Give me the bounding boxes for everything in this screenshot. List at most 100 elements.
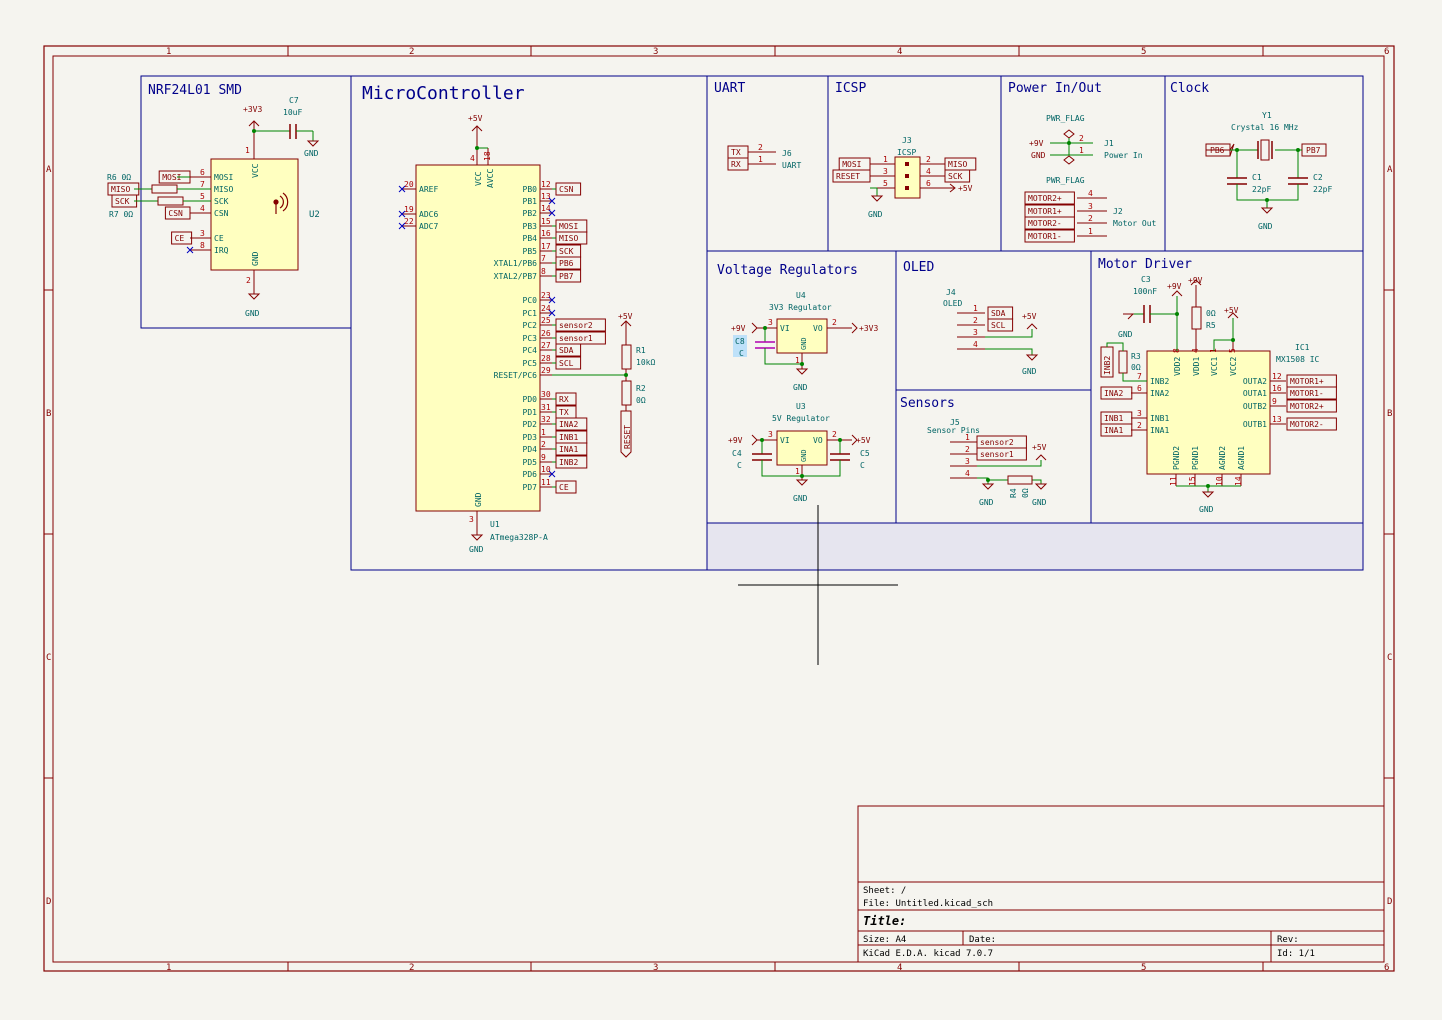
- ic1-label-ina1[interactable]: INA1: [1104, 426, 1123, 435]
- mcu[interactable]: 20AREF19ADC622ADC712PB0 CSN13PB114PB215PB…: [398, 114, 655, 554]
- r3-ref: R3: [1131, 352, 1141, 361]
- nrf-label-miso[interactable]: MISO: [111, 185, 130, 194]
- mcu-label-pb7[interactable]: PB7: [559, 272, 574, 281]
- mcu-label-scl[interactable]: SCL: [559, 359, 574, 368]
- nrf-pin-num: 3: [200, 229, 205, 238]
- ic1-pin-num: 11: [1169, 476, 1178, 486]
- mcu-label-sda[interactable]: SDA: [559, 346, 574, 355]
- mcu-pin-name: PD2: [523, 420, 538, 429]
- icsp-pin-num: 3: [883, 167, 888, 176]
- r1-ref: R1: [636, 346, 646, 355]
- c7-ref: C7: [289, 96, 299, 105]
- motor-5v: +5V: [1224, 306, 1239, 315]
- mcu-pin-num: 19: [404, 205, 414, 214]
- u3-ref: U3: [796, 402, 806, 411]
- r7-label: R7 0Ω: [109, 210, 133, 219]
- c8-val: C: [739, 349, 744, 358]
- col-label-top-4: 4: [897, 47, 902, 57]
- oled-label-sda[interactable]: SDA: [991, 309, 1006, 318]
- section-title-nrf: NRF24L01 SMD: [148, 83, 242, 98]
- ic1-label-inb1[interactable]: INB1: [1104, 414, 1123, 423]
- r4-resistor: [1007, 475, 1033, 485]
- sensor-connector[interactable]: J5 Sensor Pins 1sensor22sensor134 +5V R4…: [927, 418, 1048, 507]
- nrf-label-ce[interactable]: CE: [175, 234, 185, 243]
- clock-section[interactable]: Y1 Crystal 16 MHz PB6 PB7 C1 22pF C2 22p…: [1205, 111, 1332, 231]
- pwr-flag-2: PWR_FLAG: [1046, 176, 1085, 185]
- icsp-pad: [905, 162, 909, 166]
- mcu-label-tx[interactable]: TX: [559, 408, 569, 417]
- mcu-pin-name: PB5: [523, 247, 538, 256]
- col-label-top-6: 6: [1384, 47, 1389, 57]
- icsp-label-reset[interactable]: RESET: [836, 172, 860, 181]
- nrf-module[interactable]: U2 VCC GND 1 2 +3V3 C7 10uF GND GND 6 MOS…: [107, 96, 320, 318]
- icsp-name: ICSP: [897, 148, 916, 157]
- oled-connector[interactable]: J4 OLED 1 SDA 2 SCL 3 4 +5V GND: [943, 288, 1039, 376]
- mcu-label-mosi[interactable]: MOSI: [559, 222, 578, 231]
- sensors-gnd-1: GND: [979, 498, 994, 507]
- mcu-pin-name: PD0: [523, 395, 538, 404]
- row-label-left-C: C: [46, 653, 51, 663]
- power-section[interactable]: PWR_FLAG +9V GND 2 1 J1 Power In PWR_FLA…: [1024, 114, 1157, 243]
- sensor-label-sensor1[interactable]: sensor1: [980, 450, 1014, 459]
- motor-out-label-3[interactable]: MOTOR1-: [1028, 232, 1062, 241]
- ic1-label-3[interactable]: MOTOR2-: [1290, 420, 1324, 429]
- mcu-avcc-name: AVCC: [486, 169, 495, 188]
- mcu-pin-num: 13: [541, 192, 551, 201]
- mcu-pin-num: 27: [541, 341, 551, 350]
- motor-driver[interactable]: IC1 MX1508 IC 8VDD24VDD11VCC15VCC27INB26…: [1100, 275, 1337, 514]
- mcu-label-sck[interactable]: SCK: [559, 247, 574, 256]
- nrf-pin-name: SCK: [214, 197, 229, 206]
- motor-out-label-2[interactable]: MOTOR2-: [1028, 219, 1062, 228]
- nrf-label-sck[interactable]: SCK: [115, 197, 130, 206]
- ic1-pin-num: 3: [1137, 409, 1142, 418]
- u3-in-num: 3: [768, 430, 773, 439]
- vreg-section[interactable]: U4 3V3 Regulator VI VO GND 3 2 1 +9V +3V…: [728, 291, 878, 503]
- u4-out: +3V3: [859, 324, 878, 333]
- row-label-right-C: C: [1387, 653, 1392, 663]
- mcu-label-csn[interactable]: CSN: [559, 185, 574, 194]
- clock-gnd: GND: [1258, 222, 1273, 231]
- mcu-label-sensor2[interactable]: sensor2: [559, 321, 593, 330]
- oled-label-scl[interactable]: SCL: [991, 321, 1006, 330]
- mcu-label-ina1[interactable]: INA1: [559, 445, 578, 454]
- schematic-sheet[interactable]: 1 2 3 4 5 6 1 2 3 4 5 6 A B C D A B C D: [0, 0, 1442, 1020]
- mcu-pin-name: XTAL1/PB6: [494, 259, 538, 268]
- nrf-gnd-pin: GND: [251, 251, 260, 266]
- r4-val: 0Ω: [1021, 488, 1030, 498]
- mcu-pin-num: 29: [541, 366, 551, 375]
- mcu-label-ina2[interactable]: INA2: [559, 420, 578, 429]
- section-box-empty: [706, 522, 1364, 571]
- gnd-icon: [1123, 313, 1135, 320]
- mcu-label-inb2[interactable]: INB2: [559, 458, 578, 467]
- icsp-connector[interactable]: 1 MOSI 3 RESET 5 2 MISO 4 SCK 6 +5V J3 ICSP GND: [832, 136, 977, 219]
- uart-label-rx[interactable]: RX: [731, 160, 741, 169]
- mcu-pin-num: 15: [541, 217, 551, 226]
- mcu-label-sensor1[interactable]: sensor1: [559, 334, 593, 343]
- motor-out-label-1[interactable]: MOTOR1+: [1028, 207, 1062, 216]
- mcu-label-miso[interactable]: MISO: [559, 234, 578, 243]
- ic1-pin-name: PGND2: [1172, 446, 1181, 470]
- tb-id: Id: 1/1: [1277, 949, 1315, 959]
- ic1-label-0[interactable]: MOTOR1+: [1290, 377, 1324, 386]
- mcu-label-ce[interactable]: CE: [559, 483, 569, 492]
- ic1-label-1[interactable]: MOTOR1-: [1290, 389, 1324, 398]
- c8-ref[interactable]: C8: [735, 337, 745, 346]
- icsp-label-miso[interactable]: MISO: [948, 160, 967, 169]
- mcu-label-rx[interactable]: RX: [559, 395, 569, 404]
- mcu-pin-num: 20: [404, 180, 414, 189]
- nrf-gnd-num: 2: [246, 276, 251, 285]
- icsp-label-sck[interactable]: SCK: [948, 172, 963, 181]
- icsp-label-mosi[interactable]: MOSI: [842, 160, 861, 169]
- uart-label-tx[interactable]: TX: [731, 148, 741, 157]
- r7-resistor: [157, 196, 184, 206]
- nrf-label-csn[interactable]: CSN: [168, 209, 183, 218]
- sensor-label-sensor2[interactable]: sensor2: [980, 438, 1014, 447]
- ic1-label-2[interactable]: MOTOR2+: [1290, 402, 1324, 411]
- uart-connector[interactable]: TX 2 RX 1 J6 UART: [727, 143, 801, 171]
- j1-name: Power In: [1104, 151, 1143, 160]
- ic1-pin-name: AGND2: [1218, 446, 1227, 470]
- motor-out-label-0[interactable]: MOTOR2+: [1028, 194, 1062, 203]
- mcu-label-inb1[interactable]: INB1: [559, 433, 578, 442]
- ic1-label-ina2[interactable]: INA2: [1104, 389, 1123, 398]
- mcu-label-pb6[interactable]: PB6: [559, 259, 574, 268]
